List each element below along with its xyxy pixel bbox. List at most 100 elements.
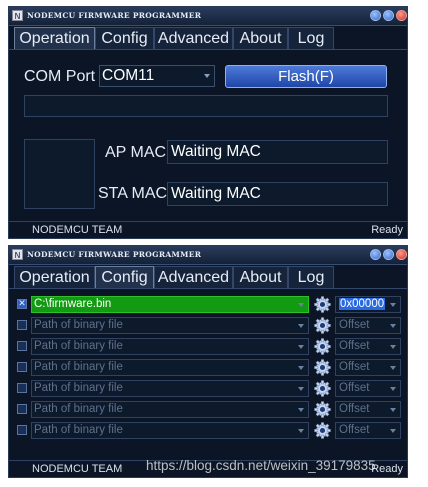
binary-path-text: Path of binary file	[34, 403, 123, 415]
binary-path-text: C:\firmware.bin	[34, 298, 112, 310]
gear-icon[interactable]	[314, 422, 331, 439]
com-port-value: COM11	[102, 67, 155, 84]
enable-checkbox[interactable]	[17, 404, 27, 414]
chevron-down-icon	[390, 429, 396, 433]
com-port-select[interactable]: COM11	[99, 65, 215, 87]
binary-path-input[interactable]: Path of binary file	[31, 359, 309, 376]
chevron-down-icon	[390, 408, 396, 412]
binary-path-input[interactable]: C:\firmware.bin	[31, 296, 309, 313]
title-bar[interactable]: N NODEMCU FIRMWARE PROGRAMMER	[9, 7, 407, 26]
binary-path-input[interactable]: Path of binary file	[31, 317, 309, 334]
maximize-button[interactable]	[383, 10, 394, 21]
tab-config[interactable]: Config	[95, 27, 154, 49]
status-team: NODEMCU TEAM	[32, 463, 123, 475]
gear-icon[interactable]	[314, 359, 331, 376]
tab-operation[interactable]: Operation	[14, 266, 95, 288]
title-bar[interactable]: N NODEMCU FIRMWARE PROGRAMMER	[9, 246, 407, 265]
chevron-down-icon	[390, 324, 396, 328]
sta-mac-field: Waiting MAC	[167, 182, 388, 206]
enable-checkbox[interactable]	[17, 425, 27, 435]
tab-advanced[interactable]: Advanced	[154, 27, 233, 49]
chevron-down-icon	[390, 345, 396, 349]
binary-path-text: Path of binary file	[34, 361, 123, 373]
offset-text: Offset	[339, 361, 370, 373]
ap-mac-field: Waiting MAC	[167, 140, 388, 164]
chevron-down-icon	[390, 387, 396, 391]
tab-about[interactable]: About	[233, 266, 288, 288]
binary-path-text: Path of binary file	[34, 319, 123, 331]
tab-log[interactable]: Log	[288, 266, 334, 288]
enable-checkbox[interactable]: ✕	[17, 299, 27, 309]
enable-checkbox[interactable]	[17, 320, 27, 330]
tab-operation[interactable]: Operation	[14, 27, 95, 49]
offset-input[interactable]: Offset	[335, 338, 401, 355]
gear-icon[interactable]	[314, 317, 331, 334]
tab-divider	[9, 288, 407, 289]
binary-path-input[interactable]: Path of binary file	[31, 422, 309, 439]
binary-path-input[interactable]: Path of binary file	[31, 380, 309, 397]
chevron-down-icon	[298, 324, 304, 328]
offset-input[interactable]: Offset	[335, 359, 401, 376]
watermark-text: https://blog.csdn.net/weixin_39179835	[146, 458, 376, 473]
config-row: Path of binary file Offset	[17, 400, 401, 419]
enable-checkbox[interactable]	[17, 383, 27, 393]
gear-icon[interactable]	[314, 401, 331, 418]
binary-path-text: Path of binary file	[34, 424, 123, 436]
binary-path-input[interactable]: Path of binary file	[31, 401, 309, 418]
chevron-down-icon	[298, 387, 304, 391]
binary-path-text: Path of binary file	[34, 340, 123, 352]
tab-bar: Operation Config Advanced About Log	[14, 266, 402, 288]
tab-bar: Operation Config Advanced About Log	[14, 27, 402, 49]
gear-icon[interactable]	[314, 380, 331, 397]
tab-config[interactable]: Config	[95, 266, 154, 288]
window-title: NODEMCU FIRMWARE PROGRAMMER	[27, 11, 202, 20]
tab-advanced[interactable]: Advanced	[154, 266, 233, 288]
progress-bar	[24, 95, 388, 117]
config-row: ✕ C:\firmware.bin 0x00000	[17, 295, 401, 314]
close-button[interactable]	[396, 249, 407, 260]
enable-checkbox[interactable]	[17, 341, 27, 351]
offset-input[interactable]: Offset	[335, 380, 401, 397]
offset-input[interactable]: 0x00000	[335, 296, 401, 313]
com-port-label: COM Port	[24, 68, 96, 85]
chevron-down-icon	[298, 408, 304, 412]
config-row: Path of binary file Offset	[17, 316, 401, 335]
status-state: Ready	[371, 463, 403, 475]
config-row: Path of binary file Offset	[17, 421, 401, 440]
minimize-button[interactable]	[370, 249, 381, 260]
tab-divider	[9, 49, 407, 50]
offset-text: Offset	[339, 382, 370, 394]
status-bar: NODEMCU TEAM Ready	[9, 221, 407, 238]
offset-text: Offset	[339, 340, 370, 352]
chevron-down-icon	[390, 303, 396, 307]
chevron-down-icon	[298, 366, 304, 370]
app-icon: N	[12, 249, 23, 260]
ap-mac-label: AP MAC	[105, 144, 167, 161]
tab-log[interactable]: Log	[288, 27, 334, 49]
maximize-button[interactable]	[383, 249, 394, 260]
config-row: Path of binary file Offset	[17, 379, 401, 398]
chevron-down-icon	[390, 366, 396, 370]
flash-button[interactable]: Flash(F)	[225, 65, 387, 88]
offset-input[interactable]: Offset	[335, 422, 401, 439]
programmer-window-config: N NODEMCU FIRMWARE PROGRAMMER Operation …	[8, 245, 408, 478]
offset-text: Offset	[339, 424, 370, 436]
chevron-down-icon	[298, 429, 304, 433]
tab-about[interactable]: About	[233, 27, 288, 49]
window-title: NODEMCU FIRMWARE PROGRAMMER	[27, 250, 202, 259]
status-team: NODEMCU TEAM	[32, 224, 123, 236]
offset-input[interactable]: Offset	[335, 401, 401, 418]
enable-checkbox[interactable]	[17, 362, 27, 372]
close-button[interactable]	[396, 10, 407, 21]
programmer-window-operation: N NODEMCU FIRMWARE PROGRAMMER Operation …	[8, 6, 408, 239]
gear-icon[interactable]	[314, 338, 331, 355]
minimize-button[interactable]	[370, 10, 381, 21]
config-row: Path of binary file Offset	[17, 337, 401, 356]
gear-icon[interactable]	[314, 296, 331, 313]
binary-path-input[interactable]: Path of binary file	[31, 338, 309, 355]
sta-mac-label: STA MAC	[98, 185, 168, 202]
app-icon: N	[12, 10, 23, 21]
offset-input[interactable]: Offset	[335, 317, 401, 334]
binary-path-text: Path of binary file	[34, 382, 123, 394]
chevron-down-icon	[298, 345, 304, 349]
